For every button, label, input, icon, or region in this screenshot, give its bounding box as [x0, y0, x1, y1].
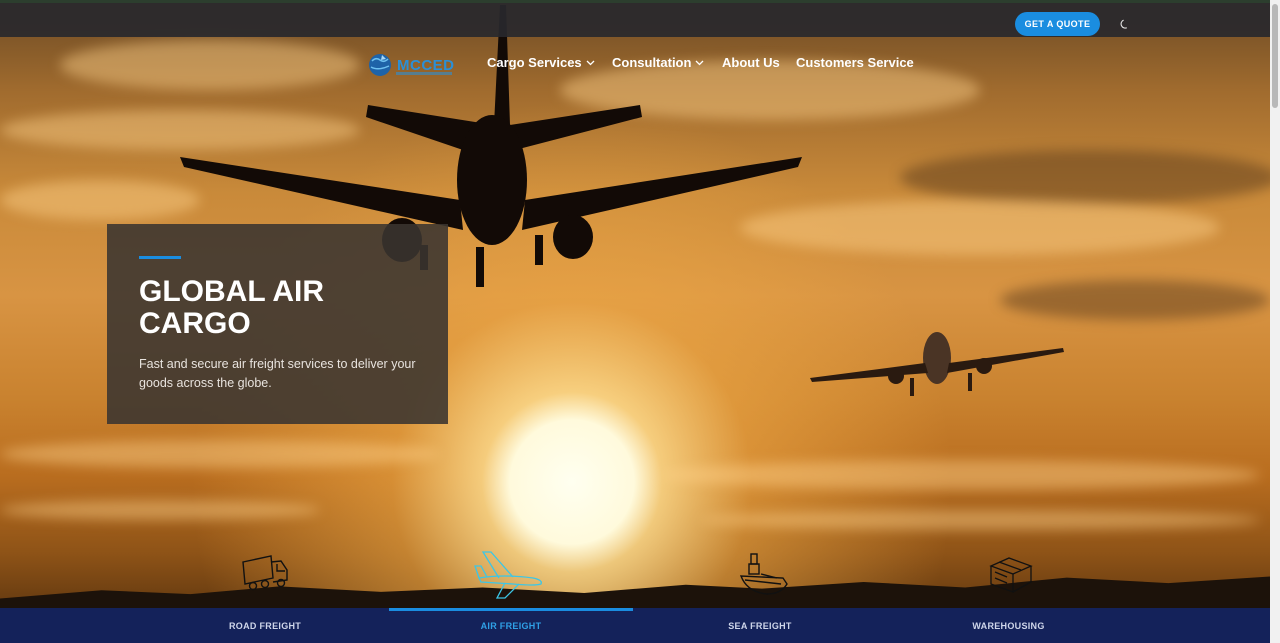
chevron-down-icon [695, 60, 704, 65]
moon-icon[interactable] [1114, 14, 1134, 34]
cloud [700, 510, 1260, 530]
top-utility-bar: GET A QUOTE [0, 0, 1270, 37]
warehouse-icon[interactable] [986, 548, 1036, 600]
chevron-down-icon [586, 60, 595, 65]
main-navigation: MCCED Cargo Services Consultation About … [0, 37, 1270, 93]
tab-label: ROAD FREIGHT [229, 620, 302, 631]
nav-item-customers-service[interactable]: Customers Service [796, 55, 914, 70]
get-a-quote-button[interactable]: GET A QUOTE [1015, 12, 1100, 36]
hero-title: GLOBAL AIR CARGO [139, 275, 324, 340]
tab-sea-freight[interactable]: SEA FREIGHT [633, 608, 887, 643]
logo-tagline-line [396, 72, 452, 75]
logo-text: MCCED [397, 56, 455, 74]
nav-item-label: Cargo Services [487, 55, 582, 70]
nav-item-cargo-services[interactable]: Cargo Services [487, 55, 595, 70]
nav-item-consultation[interactable]: Consultation [612, 55, 704, 70]
cloud [0, 440, 440, 468]
nav-item-label: About Us [722, 55, 780, 70]
cloud [0, 500, 320, 520]
nav-item-label: Customers Service [796, 55, 914, 70]
hero-card: GLOBAL AIR CARGO Fast and secure air fre… [107, 224, 448, 424]
cloud [660, 460, 1260, 490]
tab-road-freight[interactable]: ROAD FREIGHT [0, 608, 389, 643]
tab-label: WAREHOUSING [972, 620, 1045, 631]
cloud [0, 180, 200, 220]
scrollbar-thumb[interactable] [1272, 4, 1278, 108]
tab-air-freight[interactable]: AIR FREIGHT [389, 608, 633, 643]
page: GET A QUOTE MCCED Cargo Services Consult… [0, 0, 1280, 643]
nav-item-about-us[interactable]: About Us [722, 55, 780, 70]
nav-item-label: Consultation [612, 55, 692, 70]
cloud [1000, 280, 1270, 320]
airplane-icon[interactable] [472, 548, 548, 600]
globe-icon [369, 54, 391, 76]
vertical-scrollbar[interactable] [1270, 0, 1280, 643]
cloud [740, 200, 1220, 255]
hills-silhouette [0, 576, 1270, 615]
cloud [900, 150, 1280, 205]
service-tab-bar: ROAD FREIGHT AIR FREIGHT SEA FREIGHT WAR… [0, 608, 1270, 643]
tab-label: AIR FREIGHT [480, 620, 542, 631]
truck-icon[interactable] [238, 548, 292, 600]
hero-accent-line [139, 256, 181, 259]
hero-description: Fast and secure air freight services to … [139, 357, 416, 390]
ship-icon[interactable] [736, 548, 790, 600]
tab-warehousing[interactable]: WAREHOUSING [887, 608, 1130, 643]
airplane-small-image [810, 332, 1064, 396]
tab-label: SEA FREIGHT [728, 620, 792, 631]
site-logo[interactable]: MCCED [366, 51, 456, 79]
